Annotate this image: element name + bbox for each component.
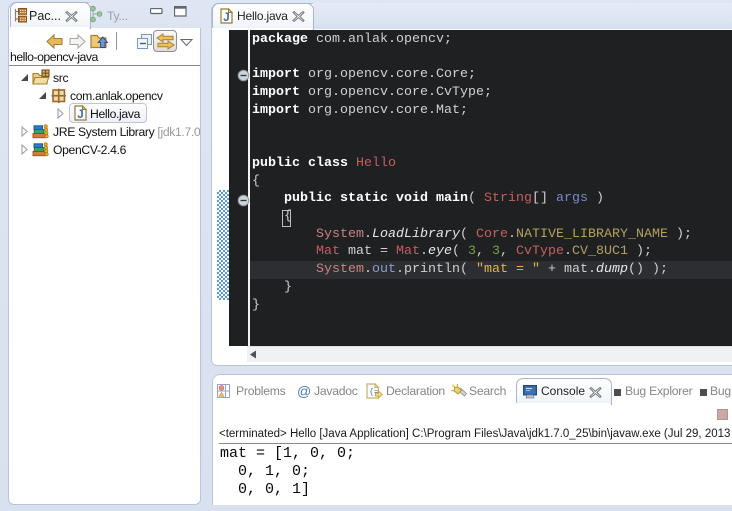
svg-text:J: J bbox=[77, 109, 83, 121]
svg-text:J: J bbox=[223, 12, 229, 24]
